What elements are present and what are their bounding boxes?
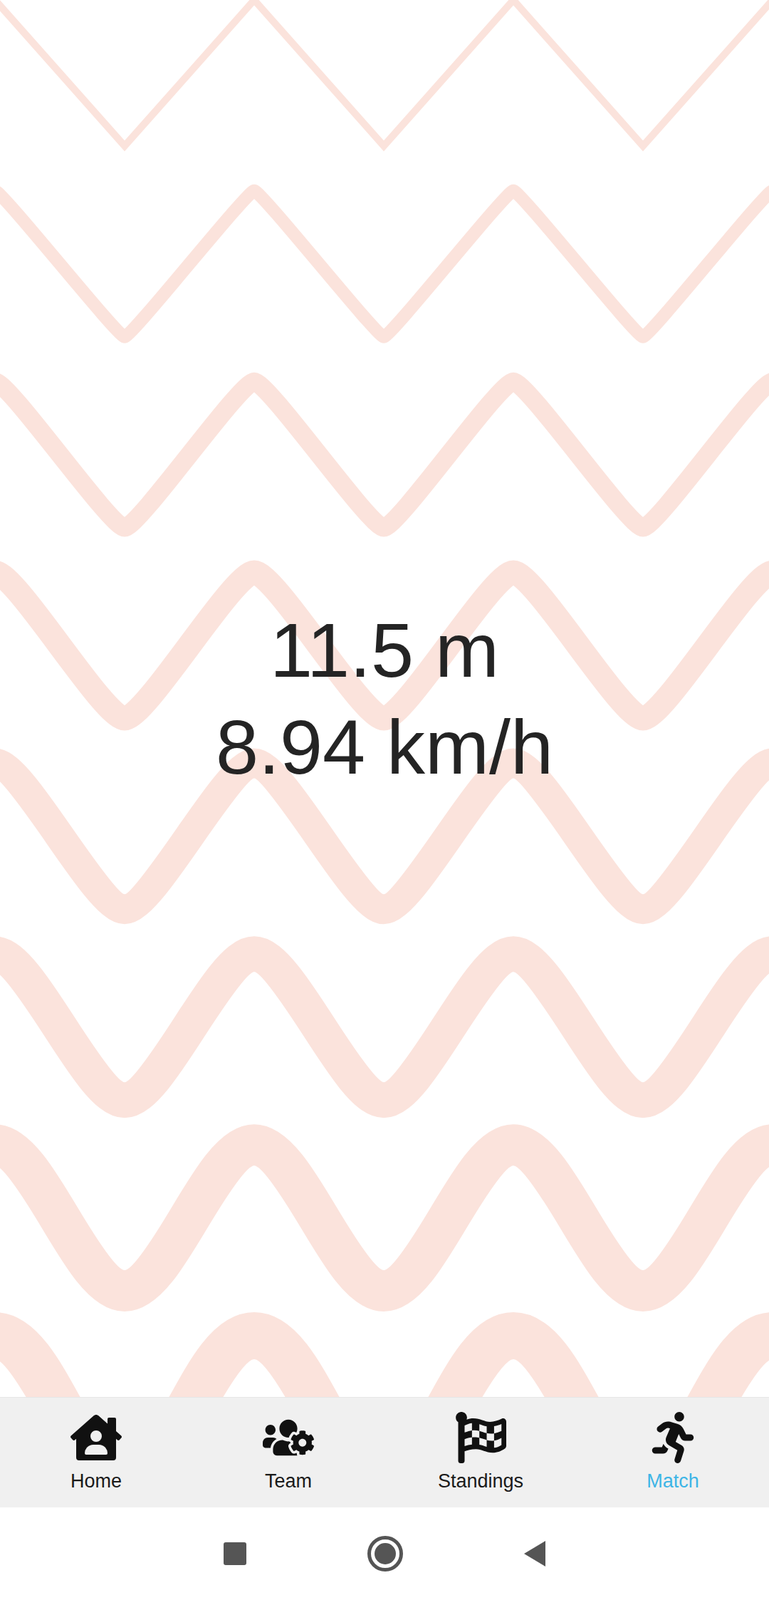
home-button-icon[interactable] [367,1535,404,1571]
nav-label: Home [70,1469,122,1492]
nav-item[interactable]: Match [576,1397,769,1507]
recents-icon[interactable] [223,1541,247,1565]
nav-item[interactable]: Home [0,1397,193,1507]
nav-label: Team [264,1469,312,1492]
team-icon [262,1411,315,1463]
readout: 11.5 m 8.94 km/h [187,595,582,802]
match-screen: 11.5 m 8.94 km/h Home Team Standings Match [0,0,769,1600]
nav-label: Standings [437,1469,524,1492]
nav-label: Match [646,1469,700,1492]
speed-value: 8.94 km/h [215,706,554,787]
distance-value: 11.5 m [269,609,500,690]
nav-item[interactable]: Standings [384,1397,577,1507]
home-icon [70,1411,122,1463]
runner-icon [647,1411,699,1463]
wave-pattern-icon [0,0,769,1397]
bottom-navigation: Home Team Standings Match [0,1396,769,1507]
system-navigation-bar [0,1506,769,1600]
checkered-flag-icon [454,1411,507,1463]
nav-item[interactable]: Team [192,1397,385,1507]
back-icon[interactable] [524,1540,546,1566]
match-panel: 11.5 m 8.94 km/h [0,0,769,1397]
